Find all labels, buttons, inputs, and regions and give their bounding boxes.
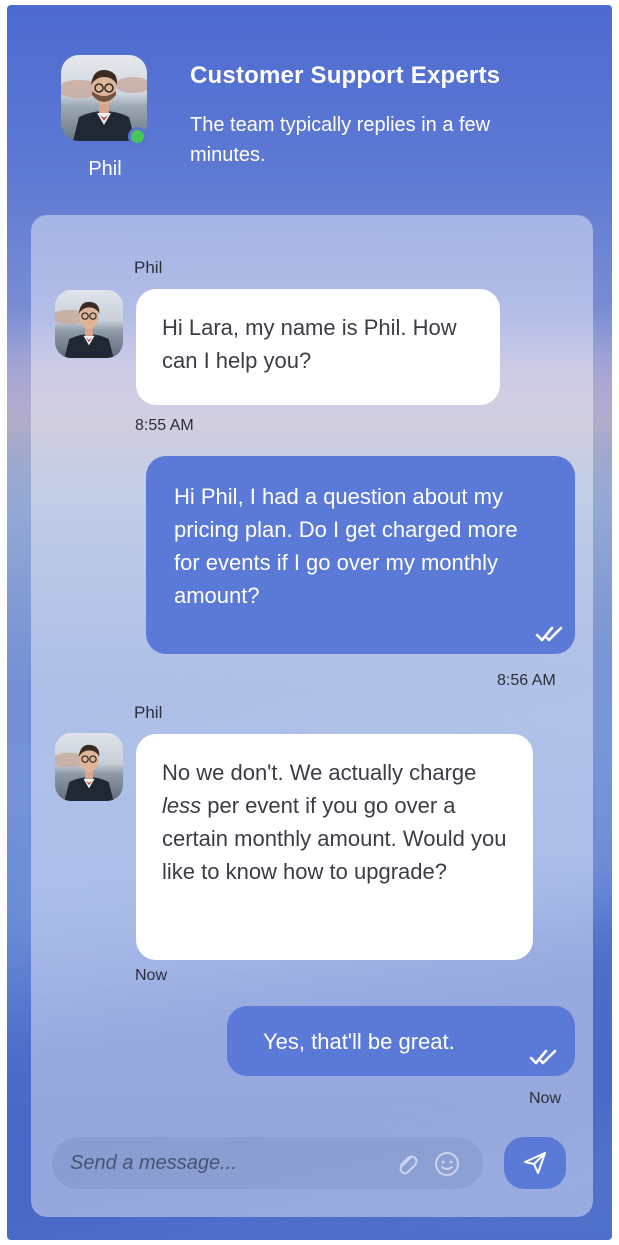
send-button[interactable] [504, 1137, 566, 1189]
online-status-indicator [128, 127, 147, 146]
message-time: Now [529, 1090, 562, 1107]
message-text: Hi Lara, my name is Phil. How can I help… [162, 315, 457, 373]
message-emphasis: less [162, 793, 202, 818]
team-subtitle: The team typically replies in a few minu… [190, 114, 491, 166]
outgoing-message-bubble: Hi Phil, I had a question about my prici… [146, 456, 575, 654]
incoming-message-bubble: No we don't. We actually charge less per… [136, 734, 533, 960]
message-text: Hi Phil, I had a question about my prici… [174, 484, 518, 608]
sender-avatar [55, 290, 123, 358]
message-text: Yes, that'll be great. [263, 1029, 455, 1054]
message-text: per event if you go over a certain month… [162, 793, 507, 884]
smiley-icon[interactable] [434, 1151, 460, 1177]
message-time: 8:55 AM [135, 417, 194, 434]
message-input[interactable] [70, 1150, 370, 1176]
chat-header: Phil Customer Support Experts The team t… [0, 0, 605, 215]
agent-name: Phil [88, 158, 122, 180]
message-text: No we don't. We actually charge [162, 760, 477, 785]
paperclip-icon[interactable] [395, 1151, 419, 1177]
double-check-icon [535, 626, 563, 642]
sender-avatar [55, 733, 123, 801]
message-composer [52, 1137, 483, 1189]
outgoing-message-bubble: Yes, that'll be great. [227, 1006, 575, 1076]
paper-plane-icon [524, 1152, 546, 1174]
message-sender: Phil [134, 258, 163, 277]
message-sender: Phil [134, 703, 163, 722]
message-time: 8:56 AM [497, 672, 556, 689]
incoming-message-bubble: Hi Lara, my name is Phil. How can I help… [136, 289, 500, 405]
team-title: Customer Support Experts [190, 62, 501, 89]
message-time: Now [135, 967, 168, 984]
double-check-icon [529, 1049, 557, 1065]
